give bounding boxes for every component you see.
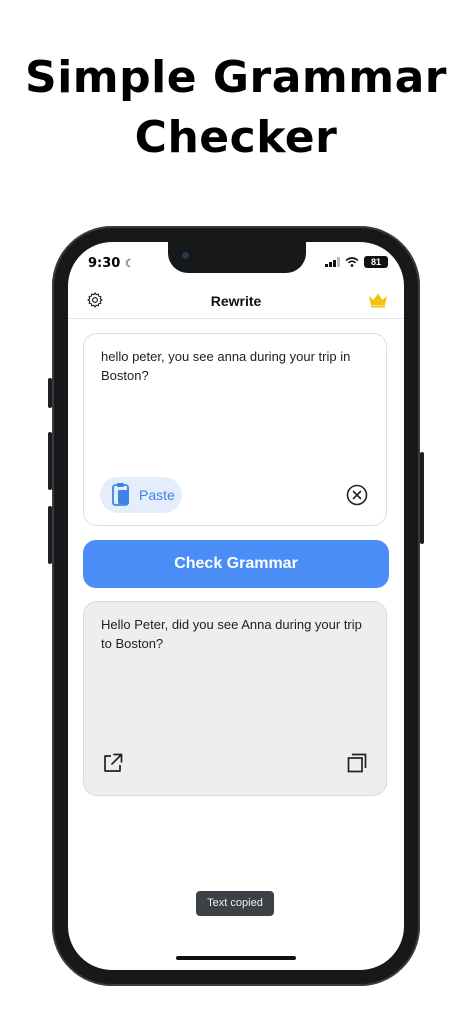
output-text-card: Hello Peter, did you see Anna during you… [83,601,387,796]
cellular-signal-icon [325,257,340,267]
notch [168,242,306,273]
copy-icon[interactable] [346,752,368,774]
phone-volume-down-button [48,506,52,564]
paste-label: Paste [139,487,175,503]
close-circle-icon[interactable] [346,484,368,506]
toast-notification: Text copied [196,891,274,916]
share-external-icon[interactable] [102,752,124,774]
phone-power-button [420,452,424,544]
status-bar-time: 9:30 ☾ [88,256,135,271]
input-text[interactable]: hello peter, you see anna during your tr… [101,347,372,385]
crown-icon[interactable] [368,292,388,308]
marketing-headline: Simple Grammar Checker [0,48,472,168]
navigation-bar: Rewrite [68,286,404,319]
status-bar-right: 81 [325,256,388,268]
headline-line-1: Simple Grammar [25,52,447,103]
headline-line-2: Checker [134,112,338,163]
phone-silent-switch [48,378,52,408]
phone-screen: 9:30 ☾ 81 Rewrite hello peter, you see a… [68,242,404,970]
output-text: Hello Peter, did you see Anna during you… [101,617,362,651]
home-indicator [176,956,296,960]
clipboard-icon [112,483,129,506]
phone-volume-up-button [48,432,52,490]
wifi-icon [345,257,359,267]
paste-button[interactable]: Paste [100,477,182,513]
page-title: Rewrite [210,293,262,309]
front-camera [182,252,189,259]
check-grammar-button[interactable]: Check Grammar [83,540,389,588]
status-time-text: 9:30 [88,256,121,271]
input-text-card[interactable]: hello peter, you see anna during your tr… [83,333,387,526]
battery-level: 81 [364,256,388,268]
moon-icon: ☾ [124,257,135,270]
